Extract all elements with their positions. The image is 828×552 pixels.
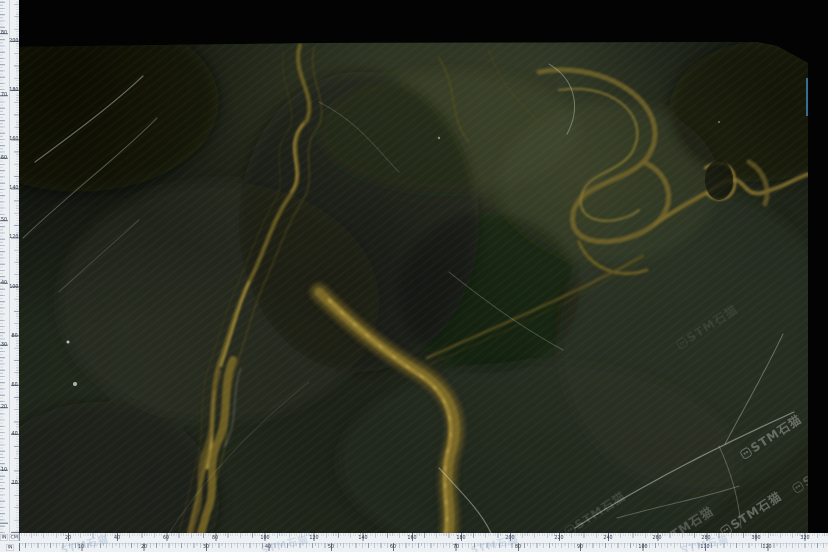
ruler-label: 30: [1, 343, 7, 348]
ruler-label: 50: [1, 218, 7, 223]
ruler-label: 160: [407, 535, 416, 540]
ruler-label: 220: [555, 535, 564, 540]
slab-image: STM石猫 STM石猫 STM石猫 STM石猫 STM石猫 STM石猫: [19, 42, 808, 533]
ruler-label: 80: [212, 535, 218, 540]
ruler-label: 300: [751, 535, 760, 540]
ruler-corner: IN CM IN: [0, 533, 19, 552]
ruler-label: 80: [1, 31, 7, 36]
slab-edge-highlight: [806, 78, 808, 116]
ruler-label: 20: [141, 545, 147, 550]
ruler-label: 240: [604, 535, 613, 540]
left-ruler-inch-labels: 10 20 30 40 50 60 70 80: [0, 0, 19, 552]
ruler-label: 320: [800, 535, 809, 540]
ruler-label: 40: [1, 280, 7, 285]
ruler-label: 10: [78, 545, 84, 550]
ruler-label: 200: [505, 535, 514, 540]
ruler-label: 140: [358, 535, 367, 540]
ruler-label: 120: [309, 535, 318, 540]
ruler-label: 280: [702, 535, 711, 540]
ruler-label: 30: [203, 545, 209, 550]
left-ruler: 20406080100120140160180200 1020304050607…: [0, 0, 19, 552]
ruler-label: 10: [1, 467, 7, 472]
ruler-label: 40: [265, 545, 271, 550]
ruler-label: 90: [577, 545, 583, 550]
slab-scan-viewport: STM石猫 STM石猫 STM石猫 STM石猫 STM石猫 STM石猫 20 40…: [0, 0, 828, 552]
ruler-label: 60: [163, 535, 169, 540]
ruler-label: 70: [1, 93, 7, 98]
ruler-label: 260: [653, 535, 662, 540]
corner-unit-in-row2: IN: [6, 544, 14, 551]
slab-veins-graphic: [19, 42, 808, 533]
ruler-label: 100: [260, 535, 269, 540]
ruler-label: 60: [390, 545, 396, 550]
ruler-label: 110: [700, 545, 709, 550]
ruler-label: 40: [114, 535, 120, 540]
ruler-label: 180: [456, 535, 465, 540]
ruler-label: 60: [1, 155, 7, 160]
ruler-label: 20: [1, 405, 7, 410]
corner-unit-in: IN: [0, 534, 8, 541]
ruler-label: 50: [328, 545, 334, 550]
ruler-label: 20: [65, 535, 71, 540]
bottom-ruler-inch-row: 10 20 30 40 50 60 70 80 90 100 110 120: [0, 543, 828, 552]
ruler-label: 80: [515, 545, 521, 550]
bottom-ruler: 20 40 60 80 100 120 140 160 180 200 220 240 260 280 30…: [0, 533, 828, 552]
corner-unit-cm: CM: [9, 534, 19, 541]
ruler-label: 100: [638, 545, 647, 550]
ruler-label: 120: [763, 545, 772, 550]
ruler-label: 70: [452, 545, 458, 550]
